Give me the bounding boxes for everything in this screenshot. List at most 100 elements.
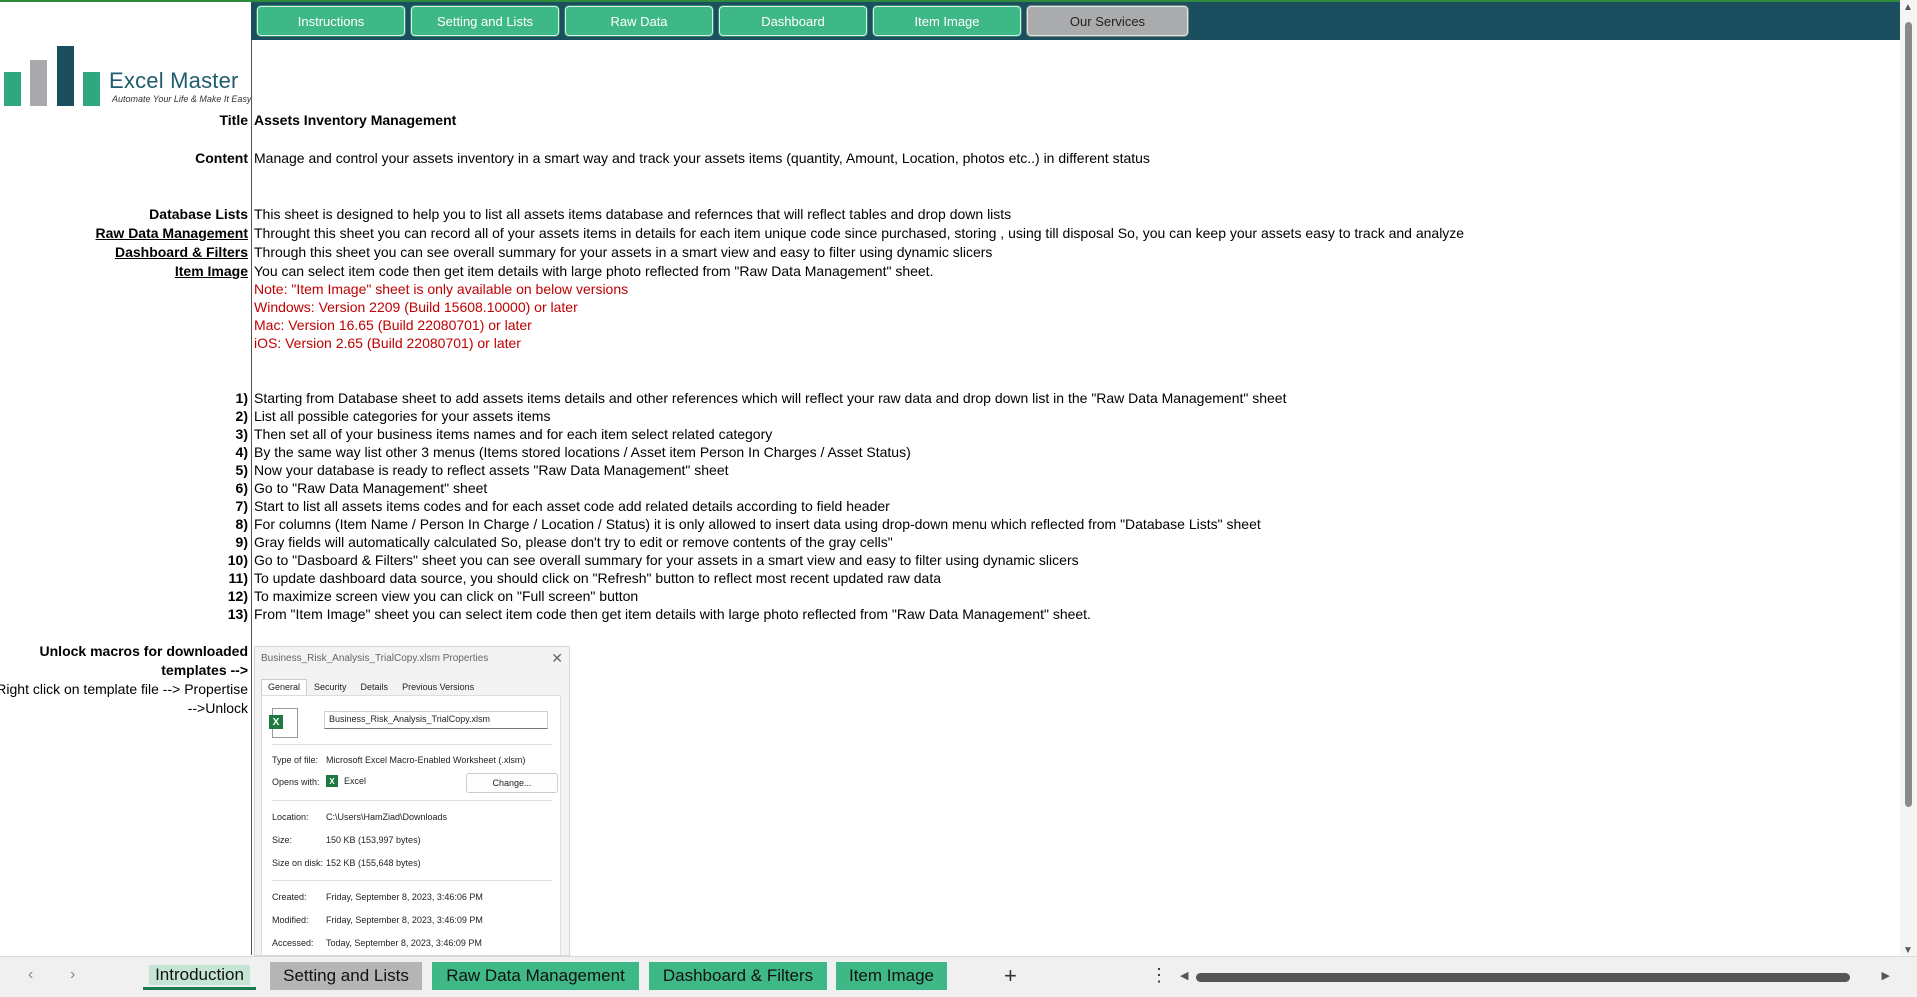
step-number: 9) bbox=[235, 534, 248, 550]
dialog-tab-previous-versions: Previous Versions bbox=[402, 682, 475, 692]
dialog-value: 150 KB (153,997 bytes) bbox=[326, 835, 421, 845]
dialog-value: Excel bbox=[344, 776, 367, 786]
dialog-key: Created: bbox=[272, 892, 307, 902]
title-value: Assets Inventory Management bbox=[254, 112, 457, 128]
step-text: By the same way list other 3 menus (Item… bbox=[254, 444, 911, 460]
step-text: Start to list all assets items codes and… bbox=[254, 498, 890, 514]
horizontal-scroll-thumb[interactable] bbox=[1196, 973, 1850, 982]
nav-item-image-button[interactable]: Item Image bbox=[873, 6, 1021, 36]
sheet-tab-raw-data-management[interactable]: Raw Data Management bbox=[432, 962, 639, 990]
step-text: Then set all of your business items name… bbox=[254, 426, 773, 442]
divider bbox=[272, 800, 552, 801]
scroll-down-arrow-icon[interactable]: ▼ bbox=[1903, 945, 1913, 956]
dialog-key: Accessed: bbox=[272, 938, 314, 948]
excel-app-icon: X bbox=[326, 775, 338, 787]
step-number: 4) bbox=[235, 444, 248, 460]
step-text: To maximize screen view you can click on… bbox=[254, 588, 639, 604]
logo-tagline: Automate Your Life & Make It Easy bbox=[112, 94, 252, 104]
sheet-tab-setting-and-lists[interactable]: Setting and Lists bbox=[270, 962, 422, 990]
nav-raw-data-button[interactable]: Raw Data bbox=[565, 6, 713, 36]
dialog-tab-general: General bbox=[261, 679, 308, 695]
note-line: Windows: Version 2209 (Build 15608.10000… bbox=[254, 299, 578, 315]
vertical-scrollbar[interactable]: ▲ ▼ bbox=[1900, 0, 1917, 958]
nav-dashboard-button[interactable]: Dashboard bbox=[719, 6, 867, 36]
top-nav-bar: Instructions Setting and Lists Raw Data … bbox=[0, 0, 1917, 42]
excel-master-logo: Excel Master Automate Your Life & Make I… bbox=[2, 44, 252, 106]
dialog-filename-field: Business_Risk_Analysis_TrialCopy.xlsm bbox=[324, 711, 548, 729]
dialog-change-button: Change... bbox=[466, 773, 558, 793]
nav-instructions-button[interactable]: Instructions bbox=[257, 6, 405, 36]
dialog-value: Friday, September 8, 2023, 3:46:06 PM bbox=[326, 892, 483, 902]
step-text: Now your database is ready to reflect as… bbox=[254, 462, 729, 478]
logo-bar-3 bbox=[57, 46, 74, 106]
dialog-key: Modified: bbox=[272, 915, 309, 925]
more-options-icon[interactable]: ⋮ bbox=[1150, 965, 1168, 986]
step-text: List all possible categories for your as… bbox=[254, 408, 551, 424]
link-dashboard-filters[interactable]: Dashboard & Filters bbox=[115, 244, 248, 260]
vertical-scroll-thumb[interactable] bbox=[1905, 22, 1912, 807]
dialog-value: C:\Users\HamZiad\Downloads bbox=[326, 812, 448, 822]
dialog-tab-details: Details bbox=[360, 682, 389, 692]
note-line: Note: "Item Image" sheet is only availab… bbox=[254, 281, 629, 297]
sheet-tab-label: Introduction bbox=[149, 964, 250, 985]
content-value: Manage and control your assets inventory… bbox=[254, 150, 1150, 166]
dialog-key: Type of file: bbox=[272, 755, 319, 765]
next-sheet-arrow-icon[interactable]: › bbox=[70, 966, 75, 984]
unlock-hint-line1: Right click on template file --> Propert… bbox=[0, 681, 248, 697]
properties-dialog-image: Business_Risk_Analysis_TrialCopy.xlsm Pr… bbox=[254, 646, 570, 956]
section-text-raw-data: Throught this sheet you can record all o… bbox=[254, 225, 1465, 241]
scroll-left-arrow-icon[interactable]: ◀ bbox=[1180, 969, 1188, 982]
content-label: Content bbox=[195, 150, 248, 166]
step-text: For columns (Item Name / Person In Charg… bbox=[254, 516, 1261, 532]
logo-bar-1 bbox=[4, 72, 21, 106]
add-sheet-plus-icon[interactable]: + bbox=[1004, 963, 1017, 989]
unlock-label-line1: Unlock macros for downloaded bbox=[39, 643, 248, 659]
step-number: 10) bbox=[227, 552, 248, 568]
dialog-tabs: General Security Details Previous Versio… bbox=[261, 679, 481, 695]
prev-sheet-arrow-icon[interactable]: ‹ bbox=[28, 966, 33, 984]
step-number: 2) bbox=[235, 408, 248, 424]
step-text: To update dashboard data source, you sho… bbox=[254, 570, 942, 586]
top-left-blank bbox=[0, 2, 251, 42]
step-number: 11) bbox=[228, 570, 248, 586]
column-divider bbox=[251, 40, 252, 955]
step-number: 7) bbox=[235, 498, 248, 514]
nav-our-services-button[interactable]: Our Services bbox=[1027, 6, 1188, 36]
link-item-image[interactable]: Item Image bbox=[175, 263, 248, 279]
unlock-label-line2: templates --> bbox=[161, 662, 248, 678]
dialog-tab-security: Security bbox=[314, 682, 347, 692]
step-number: 5) bbox=[235, 462, 248, 478]
step-text: From "Item Image" sheet you can select i… bbox=[254, 606, 1091, 622]
title-label: Title bbox=[219, 112, 248, 128]
dialog-value: Today, September 8, 2023, 3:46:09 PM bbox=[326, 938, 482, 948]
note-line: iOS: Version 2.65 (Build 22080701) or la… bbox=[254, 335, 521, 351]
sheet-tab-dashboard-filters[interactable]: Dashboard & Filters bbox=[649, 962, 827, 990]
step-text: Gray fields will automatically calculate… bbox=[254, 534, 893, 550]
step-number: 6) bbox=[235, 480, 248, 496]
section-text-database-lists: This sheet is designed to help you to li… bbox=[254, 206, 1012, 222]
dialog-panel: X Business_Risk_Analysis_TrialCopy.xlsm … bbox=[261, 695, 561, 955]
close-icon: ✕ bbox=[551, 650, 563, 666]
dialog-title: Business_Risk_Analysis_TrialCopy.xlsm Pr… bbox=[261, 653, 489, 664]
section-text-dashboard: Through this sheet you can see overall s… bbox=[254, 244, 993, 260]
link-raw-data-management[interactable]: Raw Data Management bbox=[96, 225, 248, 241]
dialog-value: Friday, September 8, 2023, 3:46:09 PM bbox=[326, 915, 483, 925]
section-label-database-lists: Database Lists bbox=[149, 206, 248, 222]
dialog-value: Microsoft Excel Macro-Enabled Worksheet … bbox=[326, 755, 526, 765]
sheet-tab-item-image[interactable]: Item Image bbox=[836, 962, 947, 990]
step-number: 1) bbox=[235, 390, 248, 406]
step-text: Go to "Raw Data Management" sheet bbox=[254, 480, 488, 496]
scroll-up-arrow-icon[interactable]: ▲ bbox=[1903, 2, 1913, 13]
divider bbox=[272, 880, 552, 881]
horizontal-scrollbar[interactable]: ◀ ▶ bbox=[1180, 969, 1890, 983]
nav-setting-lists-button[interactable]: Setting and Lists bbox=[411, 6, 559, 36]
step-text: Starting from Database sheet to add asse… bbox=[254, 390, 1287, 406]
excel-file-icon: X bbox=[269, 708, 298, 738]
sheet-tab-introduction[interactable]: Introduction bbox=[143, 962, 256, 990]
dialog-key: Size: bbox=[272, 835, 293, 845]
dialog-key: Location: bbox=[272, 812, 309, 822]
scroll-right-arrow-icon[interactable]: ▶ bbox=[1882, 969, 1890, 982]
divider bbox=[272, 744, 552, 745]
logo-bar-2 bbox=[30, 60, 47, 106]
step-number: 12) bbox=[227, 588, 248, 604]
